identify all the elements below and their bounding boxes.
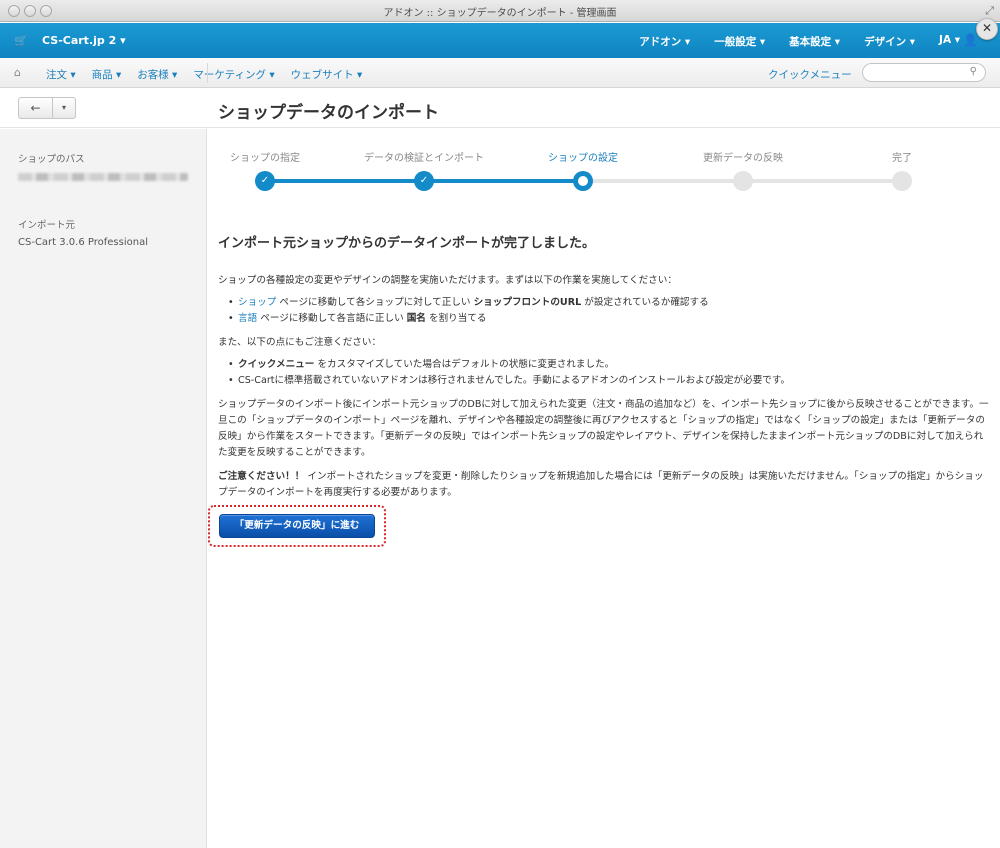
shop-path-label: ショップのパス <box>18 154 85 165</box>
list-item: クイックメニュー をカスタマイズしていた場合はデフォルトの状態に変更されました。 <box>228 357 990 373</box>
section-menu: 注文 ▾ 商品 ▾ お客様 ▾ マーケティング ▾ ウェブサイト ▾ <box>46 67 362 82</box>
step-current-indicator <box>573 171 593 191</box>
notes-intro-text: また、以下の点にもご注意ください： <box>218 337 382 348</box>
addon-warning-text: CS-Cartに標準搭載されていないアドオンは移行されませんでした。 <box>238 375 533 386</box>
fullscreen-icon[interactable]: ⤢ <box>985 4 994 18</box>
search-input[interactable]: ⚲ <box>862 63 986 82</box>
step-label-complete: 完了 <box>892 153 912 164</box>
step-label-specify-shop: ショップの指定 <box>230 153 300 164</box>
step-label-apply-updates: 更新データの反映 <box>703 153 783 164</box>
step-label-shop-settings: ショップの設定 <box>548 153 618 164</box>
notes-list: クイックメニュー をカスタマイズしていた場合はデフォルトの状態に変更されました。… <box>228 357 990 389</box>
menu-general-settings[interactable]: 一般設定 ▾ <box>714 34 765 49</box>
step-pending-indicator <box>733 171 753 191</box>
sidebar: ショップのパス インポート元 CS-Cart 3.0.6 Professiona… <box>0 129 207 848</box>
list-item: CS-Cartに標準搭載されていないアドオンは移行されませんでした。手動によるア… <box>228 373 990 389</box>
store-selector[interactable]: CS-Cart.jp 2 ▾ <box>42 34 126 47</box>
list-item: ショップ ページに移動して各ショップに対して正しい ショップフロントのURL が… <box>228 295 990 311</box>
warning-text: ご注意ください！！ インポートされたショップを変更・削除したりショップを新規追加… <box>218 471 984 498</box>
proceed-to-apply-updates-button[interactable]: 「更新データの反映」に進む <box>219 514 375 538</box>
step-label-verify-import: データの検証とインポート <box>364 153 484 164</box>
close-icon[interactable]: ✕ <box>976 18 998 40</box>
intro-text: ショップの各種設定の変更やデザインの調整を実施いただけます。まずは以下の作業を実… <box>218 275 677 286</box>
update-explanation-text: ショップデータのインポート後にインポート元ショップのDBに対して加えられた変更（… <box>218 399 989 458</box>
menu-marketing[interactable]: マーケティング ▾ <box>193 67 274 82</box>
step-done-check-icon: ✓ <box>255 171 275 191</box>
languages-page-link[interactable]: 言語 <box>238 313 257 324</box>
import-source-value: CS-Cart 3.0.6 Professional <box>18 237 148 248</box>
top-menu: アドオン ▾ 一般設定 ▾ 基本設定 ▾ デザイン ▾ JA ▾ <box>639 34 960 49</box>
search-icon[interactable]: ⚲ <box>970 66 977 77</box>
menu-basic-settings[interactable]: 基本設定 ▾ <box>789 34 840 49</box>
window-title-bar: アドオン :: ショップデータのインポート - 管理画面 ⤢ <box>0 0 1000 22</box>
menu-orders[interactable]: 注文 ▾ <box>46 67 76 82</box>
window-title: アドオン :: ショップデータのインポート - 管理画面 <box>383 8 617 19</box>
step-pending-indicator <box>892 171 912 191</box>
import-source-label: インポート元 <box>18 220 76 231</box>
completion-headline: インポート元ショップからのデータインポートが完了しました。 <box>218 236 596 251</box>
page-toolbar: ← ▾ ショップデータのインポート <box>0 88 1000 128</box>
secondary-navigation: ⌂ 注文 ▾ 商品 ▾ お客様 ▾ マーケティング ▾ ウェブサイト ▾ クイッ… <box>0 58 1000 88</box>
user-icon[interactable]: 👤 <box>963 33 978 47</box>
history-dropdown-button[interactable]: ▾ <box>53 98 75 118</box>
back-button-group: ← ▾ <box>18 97 76 119</box>
menu-design[interactable]: デザイン ▾ <box>864 34 915 49</box>
home-icon[interactable]: ⌂ <box>14 66 21 79</box>
shop-path-value-redacted <box>18 173 188 181</box>
quick-menu-link[interactable]: クイックメニュー <box>768 67 852 82</box>
menu-products[interactable]: 商品 ▾ <box>92 67 122 82</box>
menu-language[interactable]: JA ▾ <box>939 34 960 49</box>
top-navigation: 🛒 CS-Cart.jp 2 ▾ アドオン ▾ 一般設定 ▾ 基本設定 ▾ デザ… <box>0 23 1000 58</box>
list-item: 言語 ページに移動して各言語に正しい 国名 を割り当てる <box>228 311 990 327</box>
main-content: インポート元ショップからのデータインポートが完了しました。 ショップの各種設定の… <box>218 232 990 507</box>
step-done-check-icon: ✓ <box>414 171 434 191</box>
menu-customers[interactable]: お客様 ▾ <box>137 67 177 82</box>
back-button[interactable]: ← <box>19 98 53 118</box>
menu-website[interactable]: ウェブサイト ▾ <box>291 67 363 82</box>
highlight-box: 「更新データの反映」に進む <box>208 505 386 547</box>
task-list: ショップ ページに移動して各ショップに対して正しい ショップフロントのURL が… <box>228 295 990 327</box>
shops-page-link[interactable]: ショップ <box>238 297 276 308</box>
cart-icon: 🛒 <box>14 34 28 47</box>
import-progress-steps: ショップの指定 データの検証とインポート ショップの設定 更新データの反映 完了… <box>208 129 1000 199</box>
divider <box>207 63 208 83</box>
page-title: ショップデータのインポート <box>218 103 439 123</box>
menu-addons[interactable]: アドオン ▾ <box>639 34 690 49</box>
